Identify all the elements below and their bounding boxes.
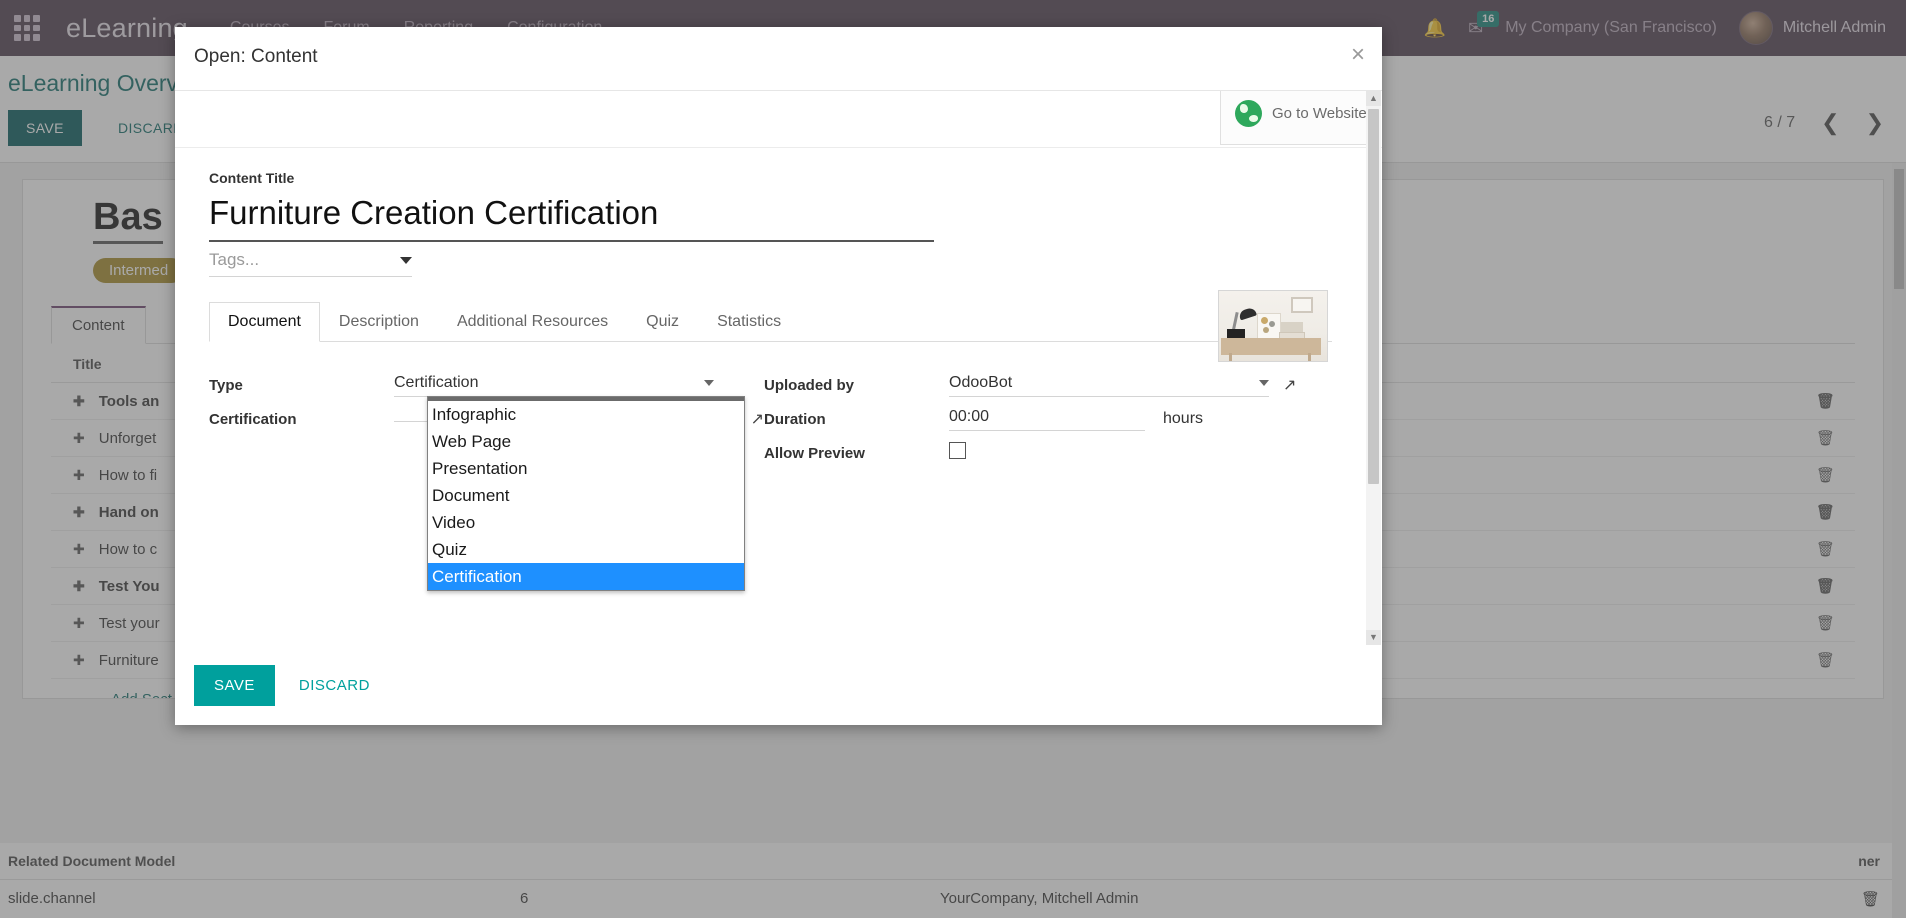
stat-button-bar: Go to Website [175, 91, 1382, 148]
dropdown-option-presentation[interactable]: Presentation [428, 455, 744, 482]
content-thumbnail[interactable] [1218, 290, 1328, 362]
dialog-title: Open: Content [194, 46, 318, 67]
uploaded-by-value-wrap: OdooBot ↗ [949, 374, 1319, 397]
field-duration-row: Duration 00:00 hours [764, 402, 1319, 436]
dialog-body: Go to Website ▲ ▼ Content Title Tags... [175, 90, 1382, 645]
go-to-website-button[interactable]: Go to Website [1220, 91, 1368, 145]
allow-preview-value-wrap [949, 442, 1319, 464]
tab-quiz[interactable]: Quiz [627, 302, 698, 342]
tab-statistics[interactable]: Statistics [698, 302, 800, 342]
tab-additional-resources[interactable]: Additional Resources [438, 302, 627, 342]
thumbnail-poster [1257, 313, 1281, 341]
fields-right-column: Uploaded by OdooBot ↗ Duration 00:00 hou… [764, 368, 1319, 470]
allow-preview-label: Allow Preview [764, 444, 865, 462]
certification-label: Certification [209, 410, 297, 428]
tab-description[interactable]: Description [320, 302, 438, 342]
dropdown-option-video[interactable]: Video [428, 509, 744, 536]
tab-document[interactable]: Document [209, 302, 320, 342]
tags-field[interactable]: Tags... [209, 250, 412, 277]
external-link-icon[interactable]: ↗ [751, 409, 764, 429]
thumbnail-desk-leg [1308, 353, 1311, 361]
field-uploaded-by-row: Uploaded by OdooBot ↗ [764, 368, 1319, 402]
type-label: Type [209, 376, 243, 394]
document-tab-fields: Type Certification Certification ↗ Infog… [209, 368, 1332, 591]
thumbnail-flower [1263, 327, 1269, 333]
dropdown-option-certification[interactable]: Certification [428, 563, 744, 590]
thumbnail-flower [1269, 321, 1275, 327]
dialog-scrollbar[interactable]: ▲ ▼ [1366, 91, 1381, 645]
scroll-down-icon[interactable]: ▼ [1366, 630, 1381, 645]
dropdown-option-quiz[interactable]: Quiz [428, 536, 744, 563]
screen: eLearning Courses Forum Reporting Config… [0, 0, 1906, 918]
type-value-wrap: Certification [394, 374, 764, 397]
thumbnail-flower [1261, 317, 1268, 324]
duration-input[interactable]: 00:00 [949, 408, 1145, 431]
field-allow-preview-row: Allow Preview [764, 436, 1319, 470]
chevron-down-icon[interactable] [704, 379, 714, 386]
type-selected-value: Certification [394, 373, 479, 391]
type-dropdown-list[interactable]: Infographic Web Page Presentation Docume… [427, 396, 745, 591]
uploaded-by-input[interactable]: OdooBot [949, 374, 1269, 397]
tags-placeholder: Tags... [209, 250, 260, 269]
dialog-save-button[interactable]: SAVE [194, 665, 275, 706]
uploaded-by-value: OdooBot [949, 373, 1013, 391]
dropdown-option-web-page[interactable]: Web Page [428, 428, 744, 455]
dialog-header: Open: Content × [175, 27, 1382, 90]
dialog-scrollbar-thumb[interactable] [1368, 109, 1379, 484]
chevron-down-icon[interactable] [400, 256, 412, 264]
duration-value-wrap: 00:00 hours [949, 408, 1319, 431]
thumbnail-desk-leg [1229, 353, 1232, 361]
duration-label: Duration [764, 410, 826, 428]
dropdown-option-infographic[interactable]: Infographic [428, 401, 744, 428]
open-content-dialog: Open: Content × Go to Website ▲ ▼ Conten… [175, 27, 1382, 725]
thumbnail-laptop [1281, 322, 1303, 332]
type-select[interactable]: Certification [394, 374, 714, 397]
allow-preview-checkbox[interactable] [949, 442, 966, 459]
uploaded-by-label: Uploaded by [764, 376, 855, 394]
chevron-down-icon[interactable] [1259, 379, 1269, 386]
dialog-footer: SAVE DISCARD [175, 645, 1382, 725]
dropdown-option-document[interactable]: Document [428, 482, 744, 509]
globe-icon [1235, 100, 1262, 127]
dialog-discard-button[interactable]: DISCARD [285, 665, 384, 706]
content-form: Content Title Tags... [175, 148, 1366, 645]
dialog-tabs: Document Description Additional Resource… [209, 301, 1332, 342]
thumbnail-picture-frame [1291, 297, 1313, 313]
thumbnail-desk [1221, 338, 1321, 355]
content-title-input[interactable] [209, 188, 934, 242]
fields-left-column: Type Certification Certification ↗ Infog… [209, 368, 764, 591]
go-to-website-label: Go to Website [1272, 105, 1367, 122]
duration-unit: hours [1163, 410, 1204, 427]
content-title-label: Content Title [209, 170, 295, 186]
close-icon[interactable]: × [1351, 43, 1365, 67]
external-link-icon[interactable]: ↗ [1283, 375, 1296, 395]
scroll-up-icon[interactable]: ▲ [1366, 91, 1381, 106]
